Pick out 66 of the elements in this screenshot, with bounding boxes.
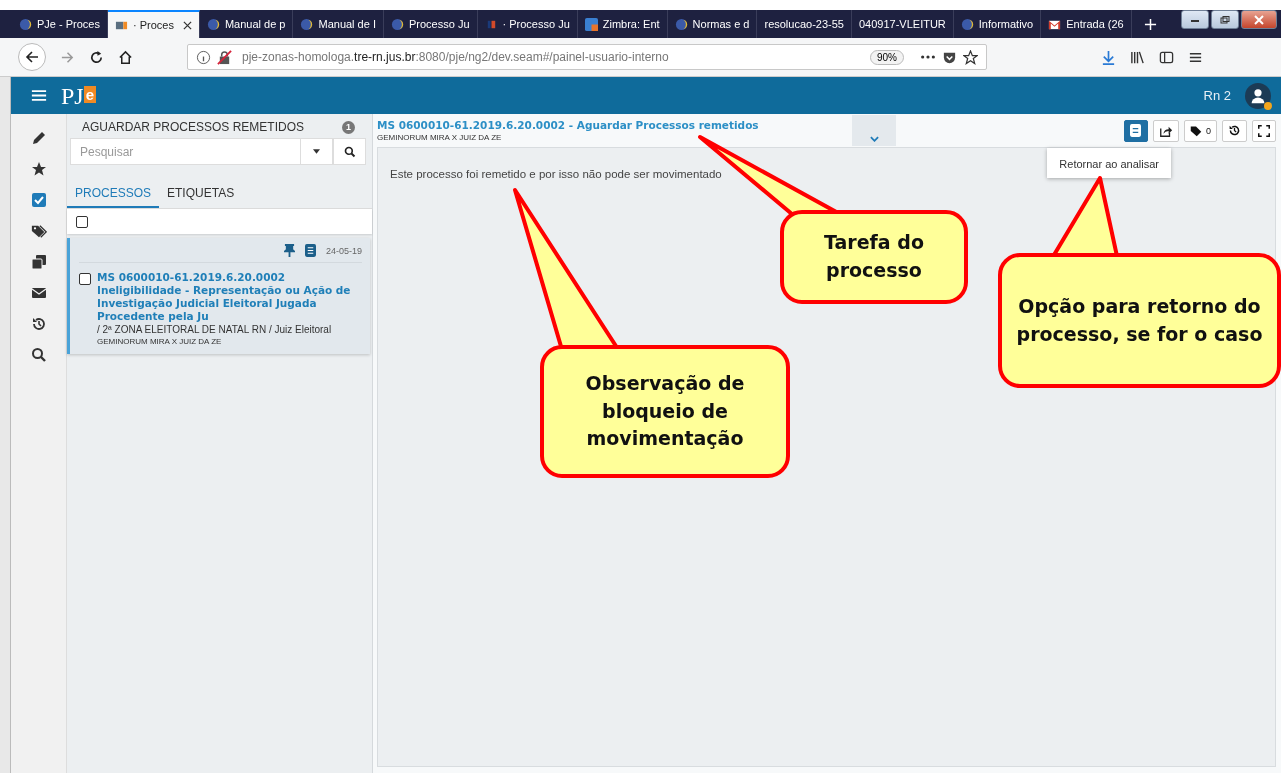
more-icon[interactable] xyxy=(920,54,936,60)
process-location: / 2ª ZONA ELEITORAL DE NATAL RN / Juiz Eleitoral xyxy=(97,324,333,335)
globe-icon xyxy=(206,17,220,31)
caret-icon xyxy=(313,149,320,154)
process-checkbox[interactable] xyxy=(79,273,91,285)
lock-icon xyxy=(217,49,232,65)
menu-item[interactable]: Retornar ao analisar xyxy=(1059,158,1159,170)
fullscreen-button[interactable] xyxy=(1252,119,1276,142)
sidebar-icon[interactable] xyxy=(1159,49,1174,65)
close-button[interactable] xyxy=(1241,10,1277,29)
history-button[interactable] xyxy=(1222,119,1247,142)
pin-icon[interactable] xyxy=(283,244,295,257)
back-icon xyxy=(24,49,40,65)
share-button[interactable] xyxy=(1153,119,1179,142)
add-icon[interactable] xyxy=(1143,17,1157,31)
document-button[interactable] xyxy=(1124,119,1148,142)
task-title: AGUARDAR PROCESSOS REMETIDOS xyxy=(82,120,305,134)
search-icon xyxy=(343,145,356,158)
info-icon xyxy=(196,49,211,65)
star-icon[interactable] xyxy=(963,49,978,65)
process-date: 24-05-19 xyxy=(325,245,362,256)
globe-icon xyxy=(390,17,404,31)
document-icon xyxy=(1130,124,1142,137)
app-icon xyxy=(584,17,598,31)
history-icon xyxy=(1228,124,1241,137)
globe-icon xyxy=(674,17,688,31)
restore-button[interactable] xyxy=(1211,10,1239,29)
user-icon xyxy=(1250,87,1266,104)
menu-icon[interactable] xyxy=(31,89,47,102)
reload-icon[interactable] xyxy=(89,49,104,65)
home-icon[interactable] xyxy=(118,49,133,65)
globe-icon xyxy=(300,17,314,31)
process-parties: GEMINORUM MIRA X JUIZ DA ZE xyxy=(377,133,503,142)
status-message: Este processo foi remetido e por isso não pode ser movimentado xyxy=(390,168,722,180)
list-tab[interactable]: ETIQUETAS xyxy=(159,181,243,208)
document-icon[interactable] xyxy=(304,244,316,257)
close-icon[interactable] xyxy=(182,20,192,30)
globe-icon xyxy=(19,17,32,31)
back-button[interactable] xyxy=(18,43,46,71)
address-bar[interactable]: pje-zonas-homologa.tre-rn.jus.br:8080/pje/ng2/dev.seam#/painel-usuario-interno 90% xyxy=(187,44,987,70)
download-icon[interactable] xyxy=(1101,49,1116,65)
browser-tab[interactable]: · Proces xyxy=(107,10,200,38)
callout-bubble: Tarefa do processo xyxy=(780,210,968,304)
zoom-level[interactable]: 90% xyxy=(870,49,904,65)
process-card[interactable] xyxy=(67,238,370,354)
restore-icon xyxy=(1220,15,1230,24)
globe-icon xyxy=(960,17,974,31)
library-icon[interactable] xyxy=(1130,49,1145,65)
tag-icon xyxy=(1190,124,1202,137)
search-field[interactable]: Pesquisar xyxy=(70,138,300,165)
process-title: MS 0600010-61.2019.6.20.0002 - Aguardar Processos remetidos xyxy=(377,119,760,131)
count-badge: 1 xyxy=(342,120,355,134)
select-all-checkbox[interactable] xyxy=(76,215,88,228)
close-icon xyxy=(1254,14,1264,25)
search-button[interactable] xyxy=(333,138,366,165)
callout-bubble: Observação de bloqueio de movimentação xyxy=(540,345,790,478)
process-parties: GEMINORUM MIRA X JUIZ DA ZE xyxy=(97,337,223,346)
process-number[interactable]: MS 0600010-61.2019.6.20.0002 xyxy=(97,271,362,284)
url-text: pje-zonas-homologa.tre-rn.jus.br:8080/pje/ng2/dev.seam#/painel-usuario-interno xyxy=(242,50,670,64)
tags-button[interactable]: 0 xyxy=(1184,119,1217,142)
process-subject[interactable]: Ineligibilidade - Representação ou Ação de Investigação Judicial Eleitoral Jugada Procedente pela Ju xyxy=(97,284,362,323)
fullscreen-icon xyxy=(1258,124,1270,137)
user-name[interactable]: Rn 2 xyxy=(1203,88,1231,103)
minimize-button[interactable] xyxy=(1181,10,1209,29)
user-avatar[interactable] xyxy=(1245,82,1271,109)
chevron-icon xyxy=(869,136,879,142)
